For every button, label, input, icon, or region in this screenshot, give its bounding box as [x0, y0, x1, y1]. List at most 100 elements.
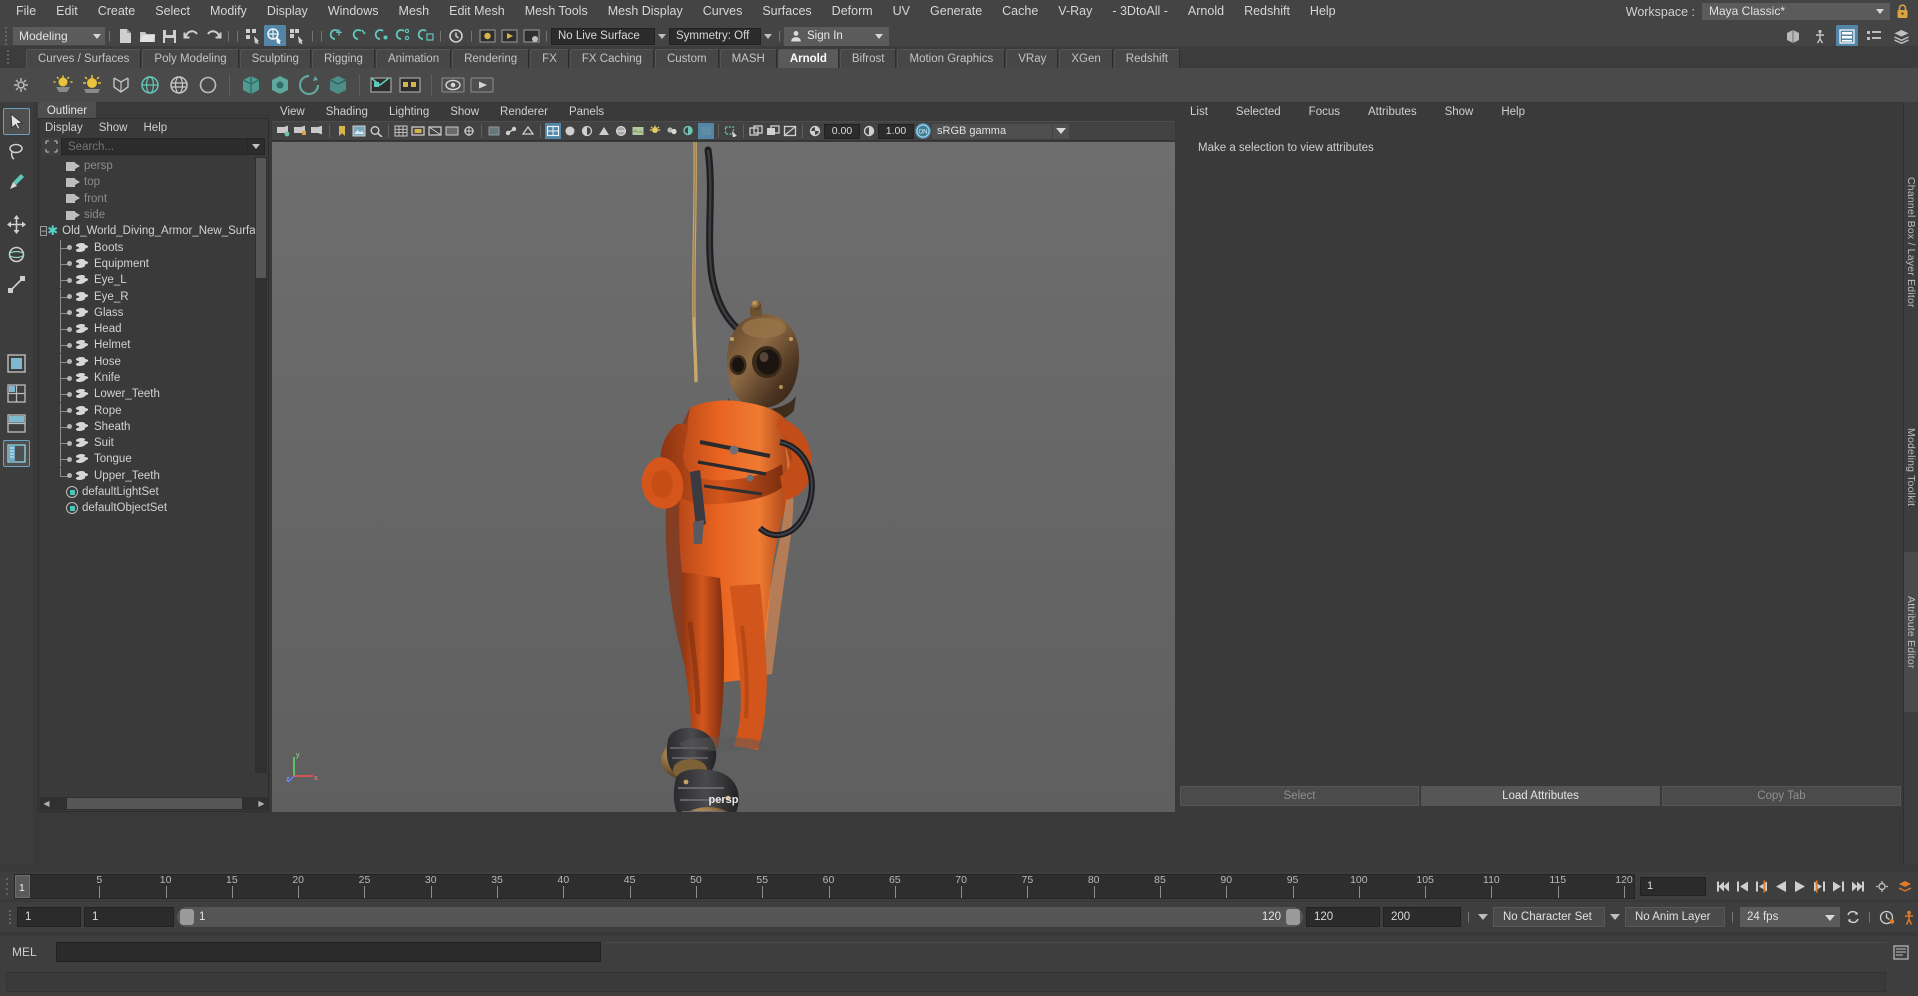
smooth-shade-selected-icon[interactable] — [579, 123, 595, 139]
xray-icon[interactable] — [486, 123, 502, 139]
outliner-item-defaultlightset[interactable]: defaultLightSet — [40, 484, 255, 500]
modeling-toolkit-tab[interactable]: Modeling Toolkit — [1903, 382, 1918, 552]
live-surface-field[interactable]: No Live Surface — [551, 27, 655, 45]
shaded-wireframe-icon[interactable] — [613, 123, 629, 139]
paint-select-tool[interactable] — [3, 168, 30, 195]
snap-to-curve-icon[interactable] — [348, 25, 370, 47]
shelf-tab-mash[interactable]: MASH — [719, 49, 777, 68]
character-set-chevron-icon[interactable] — [1476, 907, 1490, 927]
textured-icon[interactable] — [630, 123, 646, 139]
gate-mask-icon[interactable] — [444, 123, 460, 139]
rotate-tool[interactable] — [3, 241, 30, 268]
command-input[interactable] — [56, 942, 601, 962]
menu-item-select[interactable]: Select — [145, 0, 200, 23]
channel-box-layer-editor-tab[interactable]: Channel Box / Layer Editor — [1903, 102, 1918, 382]
search-filter-icon[interactable] — [42, 138, 61, 155]
shelf-tab-rigging[interactable]: Rigging — [311, 49, 375, 68]
show-hide-attribute-editor-icon[interactable] — [1836, 25, 1858, 47]
exposure-icon[interactable] — [807, 123, 823, 139]
outliner-item-hose[interactable]: Hose — [40, 353, 255, 370]
select-by-object-icon[interactable] — [264, 25, 286, 47]
viewport-menu-lighting[interactable]: Lighting — [389, 106, 429, 118]
time-slider-cursor[interactable]: 1 — [15, 874, 30, 898]
gamma-value[interactable]: 1.00 — [878, 123, 914, 139]
arnold-area-light-icon[interactable] — [50, 72, 76, 98]
lasso-tool[interactable] — [3, 138, 30, 165]
outliner-menu-help[interactable]: Help — [144, 122, 178, 134]
anim-start-field[interactable]: 1 — [17, 907, 81, 927]
scale-tool[interactable] — [3, 271, 30, 298]
color-profile-chevron-down-icon[interactable] — [1053, 123, 1069, 139]
outliner-item-defaultobjectset[interactable]: defaultObjectSet — [40, 500, 255, 516]
menu-item-curves[interactable]: Curves — [693, 0, 753, 23]
move-tool[interactable] — [3, 211, 30, 238]
auto-keyframe-icon[interactable] — [1877, 906, 1896, 928]
menu-item-modify[interactable]: Modify — [200, 0, 257, 23]
outliner-item-upper-teeth[interactable]: Upper_Teeth — [40, 467, 255, 484]
select-by-hierarchy-icon[interactable] — [242, 25, 264, 47]
viewport-menu-panels[interactable]: Panels — [569, 106, 604, 118]
range-slider-grip[interactable] — [6, 906, 14, 928]
menu-item-windows[interactable]: Windows — [318, 0, 389, 23]
menu-item-redshift[interactable]: Redshift — [1234, 0, 1300, 23]
arnold-open-render-view-icon[interactable] — [440, 72, 466, 98]
color-management-toggle-icon[interactable]: ON — [915, 123, 931, 139]
render-settings-icon[interactable] — [520, 25, 542, 47]
shelf-tab-xgen[interactable]: XGen — [1059, 49, 1113, 68]
two-d-pan-zoom-icon[interactable] — [368, 123, 384, 139]
shelf-tab-poly-modeling[interactable]: Poly Modeling — [142, 49, 239, 68]
script-editor-icon[interactable] — [1891, 941, 1910, 963]
outliner-item-top[interactable]: top — [40, 174, 255, 190]
xray-joints-icon[interactable] — [503, 123, 519, 139]
symmetry-field[interactable]: Symmetry: Off — [669, 27, 761, 45]
go-to-end-icon[interactable] — [1847, 875, 1866, 897]
outliner-menu-display[interactable]: Display — [45, 122, 93, 134]
menu-item-help[interactable]: Help — [1300, 0, 1346, 23]
menu-item-uv[interactable]: UV — [883, 0, 920, 23]
attribute-editor-tab[interactable]: Attribute Editor — [1903, 552, 1918, 712]
workspace-selector[interactable]: Workspace : Maya Classic* — [1626, 0, 1914, 23]
search-input[interactable] — [61, 138, 248, 155]
sign-in-button[interactable]: Sign In — [784, 26, 889, 46]
menu-item-create[interactable]: Create — [88, 0, 146, 23]
outliner-item-helmet[interactable]: Helmet — [40, 337, 255, 354]
shelf-tab-animation[interactable]: Animation — [375, 49, 452, 68]
collapse-expander-icon[interactable]: − — [40, 226, 48, 237]
show-hide-modeling-toolkit-icon[interactable] — [1809, 25, 1831, 47]
outliner-item-tongue[interactable]: Tongue — [40, 451, 255, 468]
range-slider-bar[interactable]: 1 120 — [177, 907, 1303, 927]
menu-item-generate[interactable]: Generate — [920, 0, 992, 23]
scroll-left-icon[interactable]: ◀ — [40, 797, 53, 810]
screen-space-ambient-occlusion-icon[interactable] — [698, 123, 714, 139]
menu-item-mesh-tools[interactable]: Mesh Tools — [515, 0, 598, 23]
grid-icon[interactable] — [393, 123, 409, 139]
smooth-shade-all-icon[interactable] — [562, 123, 578, 139]
menu-item-3dtoall[interactable]: - 3DtoAll - — [1102, 0, 1178, 23]
outliner-item-front[interactable]: front — [40, 191, 255, 207]
layers-icon[interactable] — [1890, 25, 1912, 47]
film-gate-icon[interactable] — [410, 123, 426, 139]
gamma-icon[interactable] — [861, 123, 877, 139]
redo-icon[interactable] — [202, 25, 224, 47]
copy-tab-button[interactable]: Copy Tab — [1662, 786, 1901, 806]
menu-item-display[interactable]: Display — [257, 0, 318, 23]
ipr-render-icon[interactable] — [498, 25, 520, 47]
arnold-standin-icon[interactable] — [238, 72, 264, 98]
undo-icon[interactable] — [180, 25, 202, 47]
ae-menu-attributes[interactable]: Attributes — [1368, 106, 1417, 118]
snap-to-projected-center-icon[interactable] — [392, 25, 414, 47]
outliner-item-old-world-diving-armor-new-surfacing[interactable]: −✱Old_World_Diving_Armor_New_Surfacing — [40, 223, 255, 239]
animation-layer-icon[interactable] — [1895, 875, 1914, 897]
render-current-frame-icon[interactable] — [476, 25, 498, 47]
shelf-tab-sculpting[interactable]: Sculpting — [239, 49, 311, 68]
time-slider-track[interactable]: 1 5 10 15 20 25 30 35 40 45 50 55 60 65 70 75 80 85 90 95 1… — [14, 873, 1635, 899]
menu-item-deform[interactable]: Deform — [822, 0, 883, 23]
use-all-lights-icon[interactable] — [664, 123, 680, 139]
outliner-menu-show[interactable]: Show — [99, 122, 138, 134]
load-attributes-button[interactable]: Load Attributes — [1421, 786, 1660, 806]
lock-camera-icon[interactable] — [292, 123, 308, 139]
animation-preferences-icon[interactable] — [1872, 875, 1891, 897]
shelf-tab-arnold[interactable]: Arnold — [777, 49, 839, 68]
outliner-item-head[interactable]: Head — [40, 321, 255, 338]
arnold-volume-icon[interactable] — [267, 72, 293, 98]
